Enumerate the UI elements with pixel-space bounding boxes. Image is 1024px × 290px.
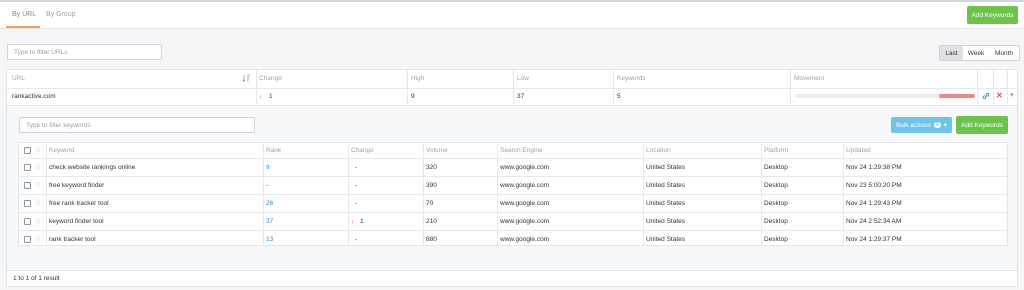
header-volume: Volume [426, 147, 448, 154]
keyword-cell: free rank tracker tool [49, 200, 109, 207]
engine-cell: www.google.com [500, 182, 550, 189]
header-change: Change [259, 75, 282, 82]
location-cell: United States [646, 164, 686, 171]
rank-cell[interactable]: 13 [266, 236, 273, 243]
platform-cell: Desktop [764, 164, 788, 171]
keyword-cell: rank tracker tool [49, 236, 96, 243]
keyword-cell: check website rankings online [49, 164, 136, 171]
updated-cell: Nov 23 5:00:20 PM [846, 182, 902, 189]
header-rank: Rank [266, 147, 282, 154]
bulk-actions-label: Bulk actions [895, 121, 931, 129]
volume-cell: 390 [426, 182, 437, 189]
header-platform: Platform [764, 147, 789, 154]
header-updated: Updated [846, 147, 871, 154]
sort-icon[interactable] [242, 74, 251, 84]
top-bar: By URL By Group Add Keywords [0, 2, 1024, 29]
period-last-button[interactable]: Last [939, 45, 964, 61]
updated-cell: Nov 24 1:29:38 PM [846, 164, 902, 171]
location-cell: United States [646, 236, 686, 243]
rank-cell[interactable]: 37 [266, 218, 273, 225]
period-month-button[interactable]: Month [989, 45, 1020, 61]
url-filter-input[interactable] [7, 44, 162, 60]
star-icon[interactable]: ☆ [35, 182, 41, 189]
header-keywords: Keywords [617, 75, 646, 82]
star-icon[interactable]: ☆ [35, 147, 41, 154]
change-cell: - [355, 236, 358, 243]
platform-cell: Desktop [764, 200, 788, 207]
engine-cell: www.google.com [500, 236, 550, 243]
keyword-cell: free keyword finder [49, 182, 105, 189]
header-search-engine: Search Engine [500, 147, 543, 154]
active-tab-indicator [6, 26, 40, 28]
updated-cell: Nov 24 2:52:34 AM [846, 218, 902, 225]
platform-cell: Desktop [764, 236, 788, 243]
engine-cell: www.google.com [500, 164, 550, 171]
star-icon[interactable]: ☆ [35, 200, 41, 207]
row-checkbox[interactable] [24, 182, 31, 189]
platform-cell: Desktop [764, 182, 788, 189]
location-cell: United States [646, 218, 686, 225]
change-cell: - [355, 164, 358, 171]
star-icon[interactable]: ☆ [35, 164, 41, 171]
bulk-actions-count: 0 [934, 122, 941, 128]
header-location: Location [646, 147, 671, 154]
pagination-text: 1 to 1 of 1 result [13, 275, 60, 282]
row-checkbox[interactable] [24, 236, 31, 243]
arrow-down-icon: ↓ [259, 93, 263, 100]
rank-cell[interactable]: 9 [266, 164, 270, 171]
bulk-actions-button[interactable]: Bulk actions 0 ▾ [891, 117, 952, 133]
engine-cell: www.google.com [500, 200, 550, 207]
add-keywords-panel-button[interactable]: Add Keywords [956, 116, 1008, 134]
tab-by-group[interactable]: By Group [46, 11, 76, 18]
url-change-value: 1 [269, 93, 273, 100]
header-url: URL [12, 75, 26, 82]
engine-cell: www.google.com [500, 218, 550, 225]
change-cell: - [355, 182, 358, 189]
close-icon[interactable]: ✕ [996, 91, 1003, 100]
header-divider [7, 88, 1017, 89]
volume-cell: 880 [426, 236, 437, 243]
volume-cell: 320 [426, 164, 437, 171]
header-keyword: Keyword [49, 147, 75, 154]
volume-cell: 210 [426, 218, 437, 225]
row-checkbox[interactable] [24, 218, 31, 225]
change-cell: 1 [360, 218, 364, 225]
header-high: High [411, 75, 425, 82]
star-icon[interactable]: ☆ [35, 236, 41, 243]
url-table: URL Change High Low Keywords Movement ra… [6, 69, 1018, 106]
rank-cell: - [266, 182, 269, 189]
header-kw-change: Change [351, 147, 374, 154]
header-low: Low [517, 75, 529, 82]
url-keywords-value: 5 [617, 93, 621, 100]
location-cell: United States [646, 182, 686, 189]
keyword-filter-input[interactable] [19, 117, 255, 133]
star-icon[interactable]: ☆ [35, 218, 41, 225]
select-all-checkbox[interactable] [24, 147, 31, 154]
movement-bar-fill [939, 94, 975, 98]
chevron-down-icon[interactable]: ▾ [1010, 91, 1014, 99]
location-cell: United States [646, 200, 686, 207]
row-checkbox[interactable] [24, 200, 31, 207]
updated-cell: Nov 24 1:29:37 PM [846, 236, 902, 243]
url-high-value: 9 [411, 93, 415, 100]
caret-down-icon: ▾ [943, 122, 948, 129]
movement-bar [795, 94, 975, 98]
link-icon[interactable] [982, 92, 990, 102]
rank-cell[interactable]: 26 [266, 200, 273, 207]
updated-cell: Nov 24 1:29:43 PM [846, 200, 902, 207]
keyword-table: ☆ Keyword Rank Change Volume Search Engi… [18, 142, 1008, 246]
keyword-cell: keyword finder tool [49, 218, 104, 225]
arrow-down-icon: ↓ [351, 218, 355, 225]
table-footer: 1 to 1 of 1 result [6, 270, 1018, 287]
change-cell: - [355, 200, 358, 207]
tab-by-url[interactable]: By URL [12, 11, 36, 18]
url-low-value: 37 [517, 93, 525, 100]
header-movement: Movement [794, 75, 825, 82]
period-week-button[interactable]: Week [963, 45, 990, 61]
volume-cell: 70 [426, 200, 434, 207]
row-checkbox[interactable] [24, 164, 31, 171]
add-keywords-button[interactable]: Add Keywords [967, 6, 1018, 24]
platform-cell: Desktop [764, 218, 788, 225]
url-value[interactable]: rankactive.com [12, 93, 56, 100]
